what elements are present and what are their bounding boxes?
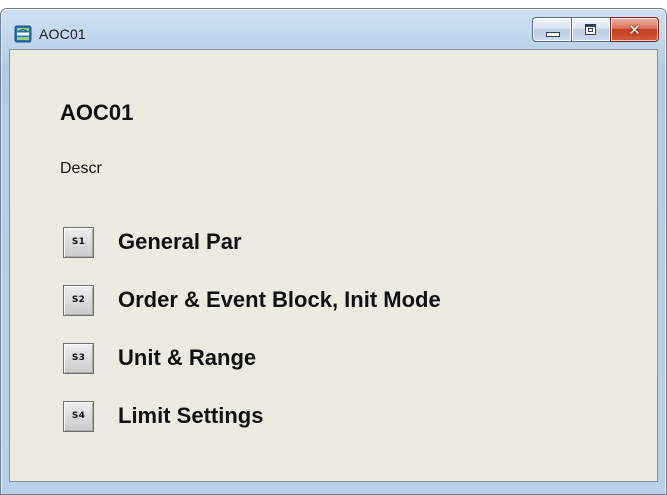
minimize-button[interactable] bbox=[532, 17, 571, 42]
section-s1-label: General Par bbox=[118, 229, 242, 254]
maximize-icon bbox=[585, 24, 596, 35]
section-row-s2: S2 Order & Event Block, Init Mode bbox=[63, 284, 441, 316]
section-s3-button[interactable]: S3 bbox=[63, 342, 94, 374]
section-s1-button[interactable]: S1 bbox=[63, 226, 94, 258]
section-s3-label: Unit & Range bbox=[118, 345, 257, 370]
section-s2-label: Order & Event Block, Init Mode bbox=[118, 287, 441, 312]
section-s4-label: Limit Settings bbox=[118, 403, 264, 428]
section-row-s1: S1 General Par bbox=[63, 226, 242, 258]
close-button[interactable]: ✕ bbox=[610, 17, 659, 42]
title-bar[interactable]: AOC01 ✕ bbox=[1, 9, 666, 49]
block-description: Descr bbox=[60, 160, 102, 177]
app-window-icon bbox=[14, 25, 32, 43]
maximize-button[interactable] bbox=[571, 17, 610, 42]
block-name-heading: AOC01 bbox=[60, 100, 134, 125]
section-row-s4: S4 Limit Settings bbox=[63, 400, 263, 432]
close-icon: ✕ bbox=[628, 20, 641, 39]
section-s2-button[interactable]: S2 bbox=[63, 284, 94, 316]
section-row-s3: S3 Unit & Range bbox=[63, 342, 256, 374]
section-s4-button[interactable]: S4 bbox=[63, 400, 94, 432]
minimize-icon bbox=[546, 32, 560, 37]
window-title: AOC01 bbox=[39, 26, 86, 42]
caption-buttons: ✕ bbox=[532, 17, 659, 43]
